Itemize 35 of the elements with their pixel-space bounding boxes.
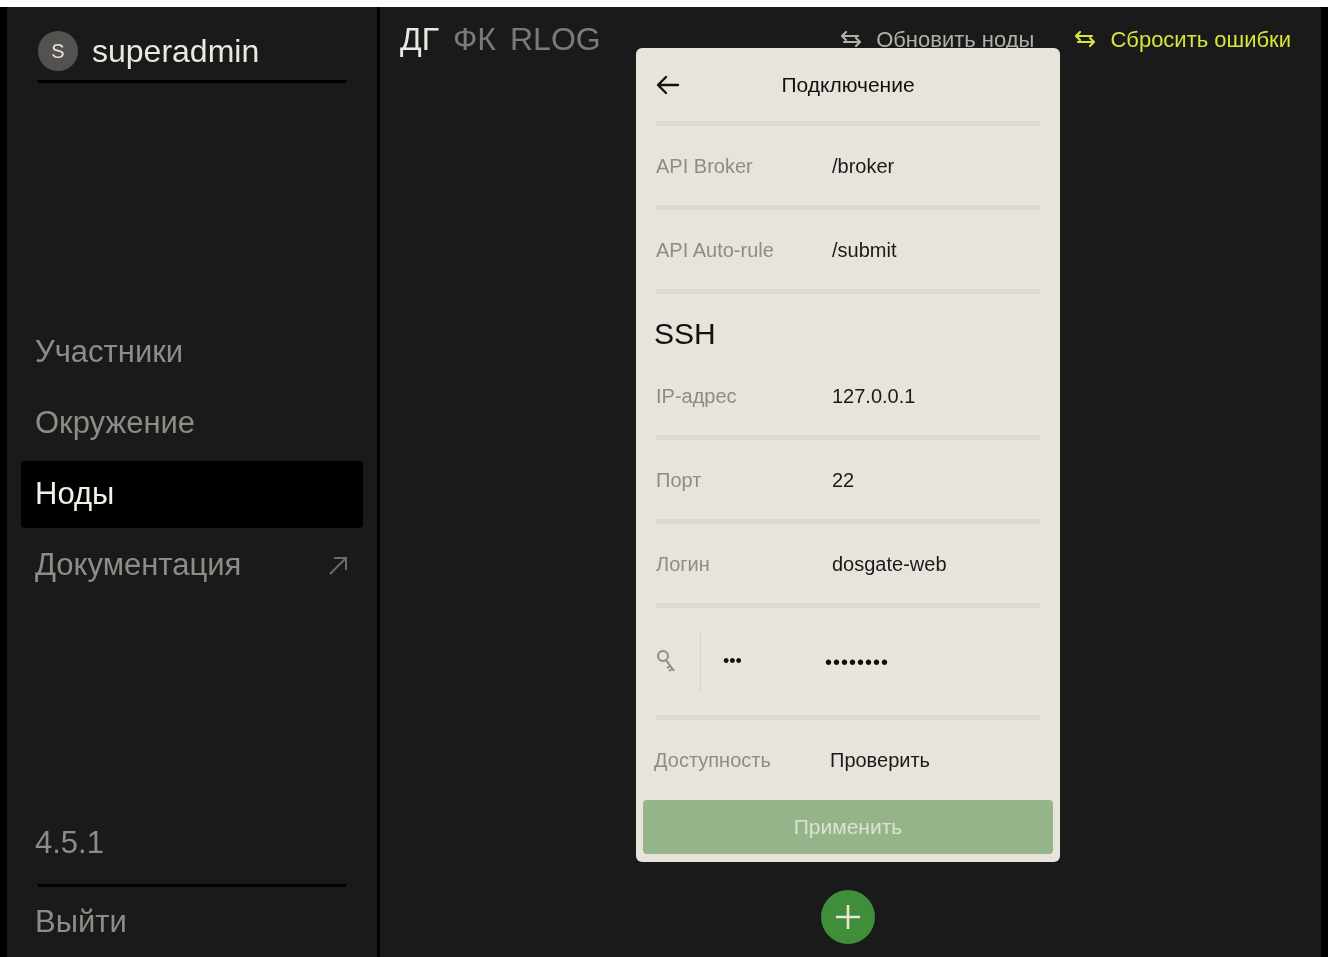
field-label: Доступность [654,748,772,773]
plus-icon [835,904,861,930]
field-value[interactable]: /submit [832,234,897,265]
logout-link[interactable]: Выйти [21,887,363,957]
field-label: API Auto-rule [656,237,775,263]
section-heading: SSH [654,316,716,352]
nav-item[interactable]: Ноды [21,461,363,528]
swap-arrows-icon [1074,29,1097,49]
field-value[interactable]: dosgate-web [832,548,947,579]
add-button[interactable] [821,890,875,944]
user-name: superadmin [92,31,260,71]
field-label: Порт [656,467,703,493]
check-link[interactable]: Проверить [830,745,931,775]
external-link-icon [327,554,349,577]
password-field[interactable]: •••••••• [825,646,889,677]
field-label: Логин [656,551,711,577]
swap-arrows-icon [840,29,863,49]
back-arrow-icon[interactable] [656,74,680,95]
version-label: 4.5.1 [34,823,105,862]
user-avatar: S [38,30,78,71]
nav-item[interactable]: Документация [21,532,363,599]
section-tab[interactable]: ДГ [400,15,439,63]
field-value[interactable]: 127.0.0.1 [832,380,916,411]
section-tab[interactable]: ФК [453,15,496,63]
toolbar-action[interactable]: Сбросить ошибки [1074,22,1291,56]
field-label: API Broker [656,153,754,179]
key-icon[interactable] [656,648,678,675]
field-value[interactable]: /broker [832,150,895,181]
dialog-title: Подключение [780,71,916,98]
section-tab[interactable]: RLOG [509,15,601,63]
field-value[interactable]: 22 [832,464,855,495]
auth-method-select[interactable]: ••• [723,648,825,675]
nav-item[interactable]: Участники [21,319,363,386]
field-label: IP-адрес [656,383,738,409]
nav-item[interactable]: Окружение [21,390,363,457]
